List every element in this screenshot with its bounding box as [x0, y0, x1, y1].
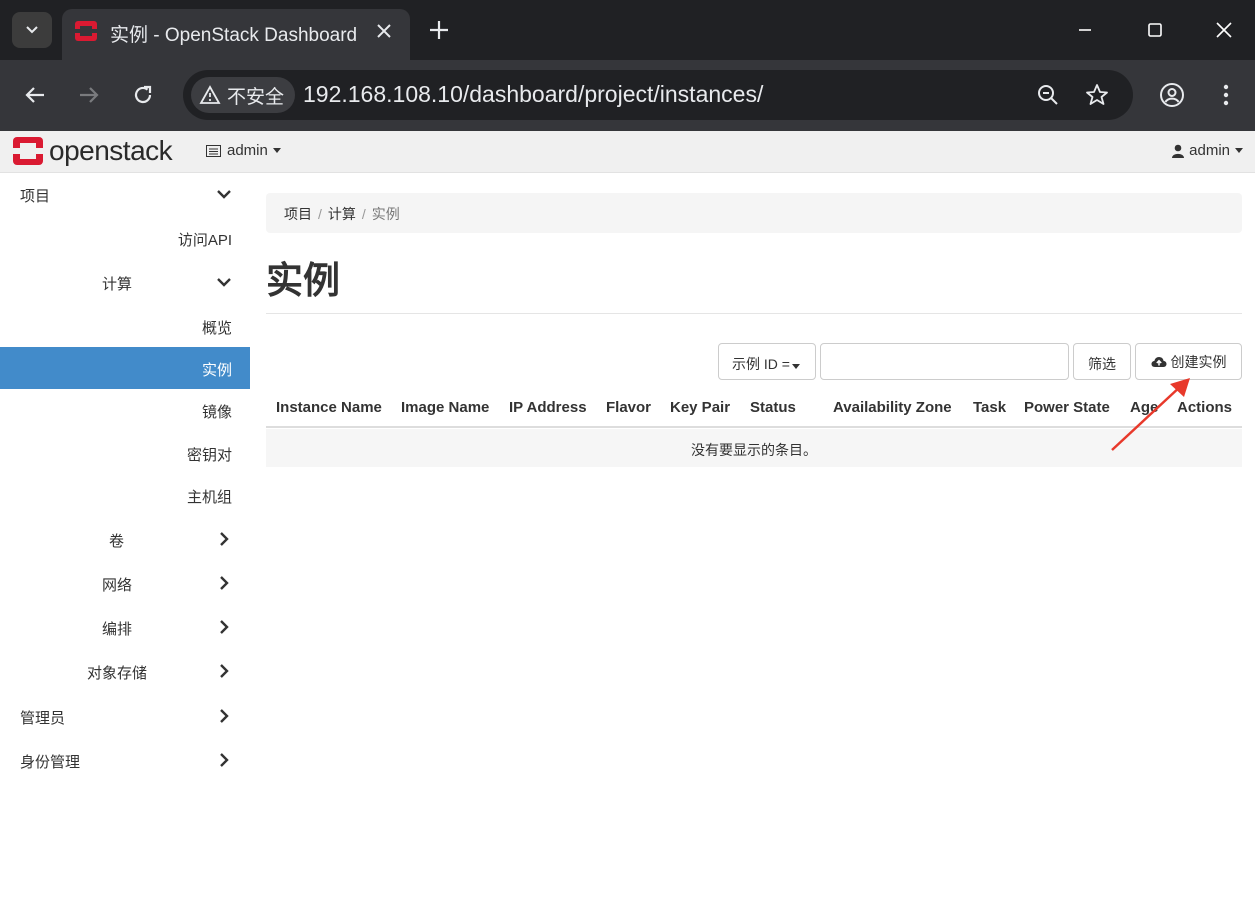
sidebar-item-label: 实例	[201, 362, 232, 379]
caret-down-icon	[272, 148, 281, 153]
url-text[interactable]: 192.168.108.10/dashboard/project/instanc…	[303, 81, 763, 108]
sidebar-item-project[interactable]: 项目	[0, 173, 250, 215]
chevron-right-icon	[220, 576, 229, 590]
sidebar-item-api-access[interactable]: 访问API	[0, 217, 250, 259]
openstack-logo[interactable]: openstack	[12, 135, 173, 166]
table-empty-row: 没有要显示的条目。	[266, 429, 1242, 467]
sidebar-nav: 项目 访问API 计算 概览 实例 镜像 密钥对 主机组 卷 网络 编排 对象存…	[0, 173, 250, 912]
sidebar-item-label: 网络	[102, 577, 133, 594]
close-icon[interactable]	[372, 19, 396, 43]
sidebar-item-admin[interactable]: 管理员	[0, 695, 250, 737]
breadcrumb-separator: /	[318, 206, 322, 222]
column-header-status[interactable]: Status	[750, 399, 796, 416]
project-label: admin	[227, 142, 268, 159]
zoom-icon[interactable]	[1035, 82, 1061, 108]
sidebar-item-object-store[interactable]: 对象存储	[0, 650, 250, 692]
sidebar-item-label: 访问API	[177, 232, 232, 249]
project-selector[interactable]: admin	[206, 142, 281, 159]
user-label: admin	[1189, 142, 1230, 159]
column-header-flavor[interactable]: Flavor	[606, 399, 651, 416]
sidebar-item-overview[interactable]: 概览	[0, 305, 250, 347]
column-header-task[interactable]: Task	[973, 399, 1006, 416]
back-icon[interactable]	[22, 82, 48, 108]
cloud-upload-icon	[1151, 357, 1166, 367]
sidebar-item-compute[interactable]: 计算	[0, 261, 250, 303]
page-title: 实例	[266, 260, 340, 301]
sidebar-item-label: 镜像	[201, 404, 232, 421]
reload-icon[interactable]	[130, 82, 156, 108]
title-divider	[266, 313, 1242, 314]
breadcrumb-item-compute[interactable]: 计算	[328, 206, 356, 222]
breadcrumb-separator: /	[361, 206, 366, 222]
filter-field-select[interactable]: 示例 ID =	[718, 343, 816, 380]
warning-icon	[199, 85, 221, 104]
sidebar-item-label: 概览	[201, 320, 232, 337]
chevron-down-icon	[26, 26, 38, 34]
filter-input[interactable]	[820, 343, 1069, 380]
more-menu-icon[interactable]	[1213, 82, 1239, 108]
forward-icon[interactable]	[76, 82, 102, 108]
caret-down-icon	[791, 364, 800, 369]
sidebar-item-label: 卷	[109, 533, 125, 550]
user-icon	[1172, 144, 1185, 158]
browser-tab-bar: 实例 - OpenStack Dashboard	[0, 0, 1255, 60]
sidebar-item-label: 主机组	[186, 489, 232, 506]
sidebar-item-server-groups[interactable]: 主机组	[0, 474, 250, 516]
breadcrumb-item-project[interactable]: 项目	[284, 206, 312, 222]
column-header-ip-address[interactable]: IP Address	[509, 399, 587, 416]
security-label: 不安全	[227, 86, 285, 108]
minimize-icon[interactable]	[1073, 18, 1097, 42]
sidebar-item-instances[interactable]: 实例	[0, 347, 250, 389]
security-chip[interactable]: 不安全	[191, 77, 295, 113]
chevron-right-icon	[220, 753, 229, 767]
browser-toolbar: 不安全 192.168.108.10/dashboard/project/ins…	[0, 60, 1255, 131]
chevron-right-icon	[220, 709, 229, 723]
bookmark-star-icon[interactable]	[1084, 82, 1110, 108]
sidebar-item-label: 对象存储	[87, 665, 148, 682]
breadcrumb-item-current: 实例	[371, 206, 400, 222]
list-icon	[206, 144, 221, 157]
sidebar-item-label: 身份管理	[20, 754, 81, 771]
sidebar-item-volumes[interactable]: 卷	[0, 518, 250, 560]
window-close-icon[interactable]	[1212, 18, 1236, 42]
profile-icon[interactable]	[1159, 82, 1185, 108]
create-instance-label: 创建实例	[1170, 353, 1227, 370]
column-header-instance-name[interactable]: Instance Name	[276, 399, 382, 416]
sidebar-item-identity[interactable]: 身份管理	[0, 739, 250, 781]
sidebar-item-orchestration[interactable]: 编排	[0, 606, 250, 648]
chevron-down-icon	[217, 190, 231, 199]
openstack-logo-icon	[12, 137, 44, 165]
breadcrumb: 项目 / 计算 / 实例	[266, 193, 1242, 233]
openstack-header: openstack admin admin	[0, 131, 1255, 173]
column-header-key-pair[interactable]: Key Pair	[670, 399, 730, 416]
filter-select-label: 示例 ID =	[732, 356, 790, 372]
column-header-image-name[interactable]: Image Name	[401, 399, 489, 416]
maximize-icon[interactable]	[1143, 18, 1167, 42]
instances-table-header: Instance Name Image Name IP Address Flav…	[266, 388, 1242, 428]
chevron-right-icon	[220, 532, 229, 546]
sidebar-item-network[interactable]: 网络	[0, 562, 250, 604]
logo-text: openstack	[49, 135, 173, 166]
new-tab-icon[interactable]	[426, 17, 452, 43]
sidebar-item-label: 密钥对	[186, 447, 232, 464]
sidebar-item-label: 计算	[102, 276, 133, 293]
caret-down-icon	[1235, 148, 1243, 153]
openstack-favicon-icon	[74, 21, 98, 41]
browser-tab-active[interactable]: 实例 - OpenStack Dashboard	[62, 9, 410, 60]
tab-title: 实例 - OpenStack Dashboard	[110, 25, 358, 46]
annotation-arrow-icon	[1111, 378, 1190, 451]
column-header-power-state[interactable]: Power State	[1024, 399, 1110, 416]
sidebar-item-key-pairs[interactable]: 密钥对	[0, 432, 250, 474]
address-bar[interactable]: 不安全 192.168.108.10/dashboard/project/ins…	[183, 70, 1133, 120]
sidebar-item-label: 项目	[20, 188, 51, 205]
sidebar-item-label: 管理员	[20, 710, 66, 727]
chevron-right-icon	[220, 620, 229, 634]
user-menu[interactable]: admin	[1172, 142, 1243, 159]
sidebar-item-images[interactable]: 镜像	[0, 389, 250, 431]
column-header-availability-zone[interactable]: Availability Zone	[833, 399, 952, 416]
chevron-down-icon	[217, 278, 231, 287]
tab-search-button[interactable]	[12, 12, 52, 48]
chevron-right-icon	[220, 664, 229, 678]
sidebar-item-label: 编排	[102, 621, 133, 638]
